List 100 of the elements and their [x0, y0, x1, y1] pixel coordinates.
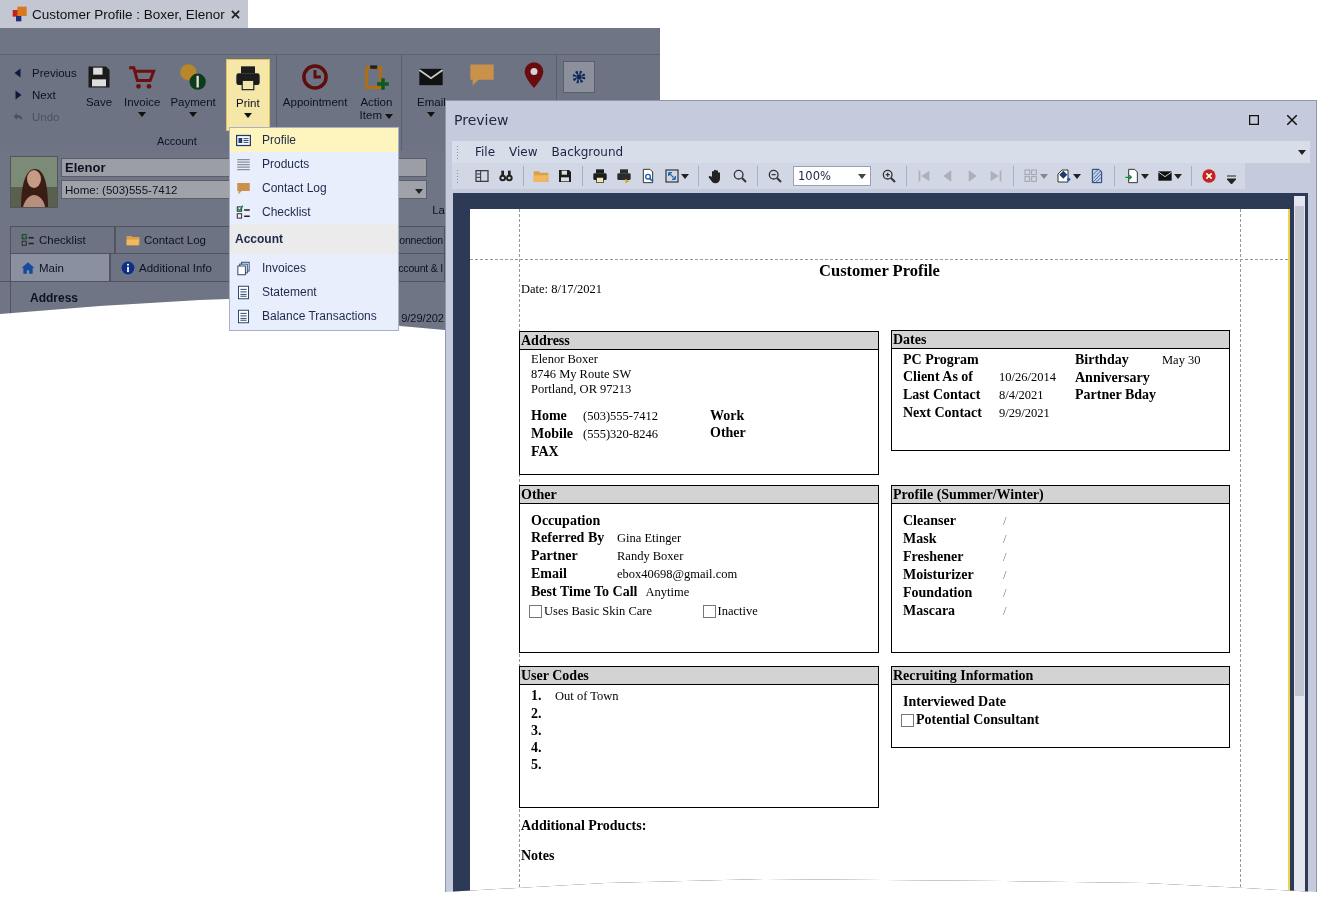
- printer-arrow-icon: [616, 168, 632, 184]
- triangle-left-icon: [12, 66, 24, 79]
- caret-icon: [1298, 149, 1306, 155]
- menu-item[interactable]: File: [468, 145, 503, 159]
- email-button[interactable]: Email: [416, 59, 447, 131]
- field-value: ebox40698@gmail.com: [617, 566, 738, 583]
- field-label: Moisturizer: [903, 566, 975, 583]
- field-label: PC Program: [903, 351, 980, 368]
- zoom-out-icon: [767, 168, 783, 184]
- invoice-button[interactable]: Invoice: [124, 59, 161, 131]
- zoom-in-icon: [881, 168, 897, 184]
- appointment-button[interactable]: Appointment: [282, 59, 348, 131]
- field-label: Work: [710, 407, 746, 424]
- menu-item[interactable]: Statement: [230, 280, 398, 304]
- menu-item[interactable]: Checklist: [230, 200, 398, 224]
- settings-button[interactable]: [563, 61, 596, 93]
- list-number: 4.: [531, 739, 543, 756]
- caret-icon: [858, 173, 866, 179]
- house-icon: [21, 260, 35, 275]
- menu-item[interactable]: Background: [544, 145, 631, 159]
- skip-last-icon: [988, 168, 1004, 184]
- field-label: Birthday: [1075, 351, 1130, 368]
- close-circle-icon: [1201, 168, 1217, 184]
- checkbox-label: Potential Consultant: [916, 712, 1041, 728]
- clipboard-plus-icon: [362, 63, 391, 91]
- list-number: 5.: [531, 756, 543, 773]
- caret-icon: [138, 112, 147, 117]
- speech-bubble-icon: [235, 180, 251, 196]
- field-value: /: [1003, 567, 1007, 584]
- field-label: Mascara: [903, 602, 957, 619]
- floppy-icon: [557, 168, 573, 184]
- menu-item[interactable]: View: [502, 145, 545, 159]
- field-value: Randy Boxer: [617, 548, 684, 565]
- caret-icon: [243, 113, 252, 118]
- search-icon: [732, 168, 748, 184]
- field-value: /: [1003, 549, 1007, 566]
- tab[interactable]: Main: [10, 253, 110, 281]
- field-label: La: [432, 204, 445, 216]
- field-value: (503)555-7412: [583, 408, 658, 425]
- address-line: Portland, OR 97213: [531, 382, 633, 397]
- section-heading: User Codes: [520, 667, 878, 685]
- lines-icon: [235, 156, 251, 172]
- report-date: Date: 8/17/2021: [520, 281, 603, 297]
- report-title: Customer Profile: [818, 261, 941, 281]
- field-value: /: [1003, 531, 1007, 548]
- payment-button[interactable]: Payment: [170, 59, 216, 131]
- field-value: /: [1003, 513, 1007, 530]
- field-label: Email: [531, 565, 568, 582]
- field-label: Mobile: [531, 425, 574, 442]
- section-heading: Dates: [892, 331, 1229, 349]
- save-button[interactable]: Save: [84, 59, 114, 131]
- print-button[interactable]: Print: [225, 59, 270, 131]
- id-card-icon: [235, 132, 251, 148]
- field-label: Cleanser: [903, 512, 957, 529]
- field-label: Mask: [903, 530, 938, 547]
- maximize-icon: [1249, 115, 1259, 125]
- field-label: Referred By: [531, 529, 606, 546]
- caret-icon: [1174, 173, 1182, 179]
- binoculars-icon: [498, 168, 514, 184]
- action-item-button[interactable]: Action Item: [357, 59, 396, 131]
- zoom-dropdown[interactable]: 100%: [793, 166, 871, 186]
- field-value: 10/26/2014: [999, 369, 1056, 386]
- toolbar-button[interactable]: [590, 166, 610, 186]
- next-button[interactable]: Next: [12, 86, 84, 103]
- printer-icon: [592, 168, 608, 184]
- date-field[interactable]: 9/29/202: [401, 312, 444, 324]
- toolbar-button[interactable]: [662, 166, 691, 186]
- toolbar-button[interactable]: [1054, 166, 1083, 186]
- menu-item[interactable]: Profile: [230, 128, 398, 152]
- field-label: Occupation: [531, 512, 602, 529]
- field-label: Last Contact: [903, 386, 982, 403]
- field-label: Client As of: [903, 368, 974, 385]
- field-label: Next Contact: [903, 404, 983, 421]
- hatched-page-icon: [1089, 168, 1105, 184]
- previous-button[interactable]: Previous: [12, 64, 84, 81]
- field-value: 9/29/2021: [999, 405, 1050, 422]
- panel-layout-icon: [474, 168, 490, 184]
- window-tab[interactable]: Customer Profile : Boxer, Elenor: [0, 0, 248, 28]
- section-heading: Other: [520, 486, 878, 504]
- toolbar-button[interactable]: [614, 166, 634, 186]
- menu-item[interactable]: Balance Transactions: [230, 304, 398, 328]
- caret-icon: [681, 173, 689, 179]
- page-magnifier-icon: [640, 168, 656, 184]
- stacked-pages-icon: [235, 260, 251, 276]
- close-icon: [231, 10, 240, 19]
- coins-icon: [179, 63, 208, 91]
- toolbar-button[interactable]: [1122, 166, 1151, 186]
- section-heading: Recruiting Information: [892, 667, 1229, 685]
- list-number: 3.: [531, 722, 543, 739]
- tab[interactable]: Checklist: [10, 226, 115, 253]
- field-label: Foundation: [903, 584, 974, 601]
- field-value: (555)320-8246: [583, 426, 658, 443]
- checklist-icon: [235, 204, 251, 220]
- logo-icon: [12, 6, 28, 22]
- overflow-icon[interactable]: [1227, 174, 1236, 184]
- section-heading: Profile (Summer/Winter): [892, 486, 1229, 504]
- folder-icon: [533, 168, 549, 184]
- caret-icon: [427, 112, 436, 117]
- field-value: Gina Etinger: [617, 530, 682, 547]
- field-label: Home: [531, 407, 568, 424]
